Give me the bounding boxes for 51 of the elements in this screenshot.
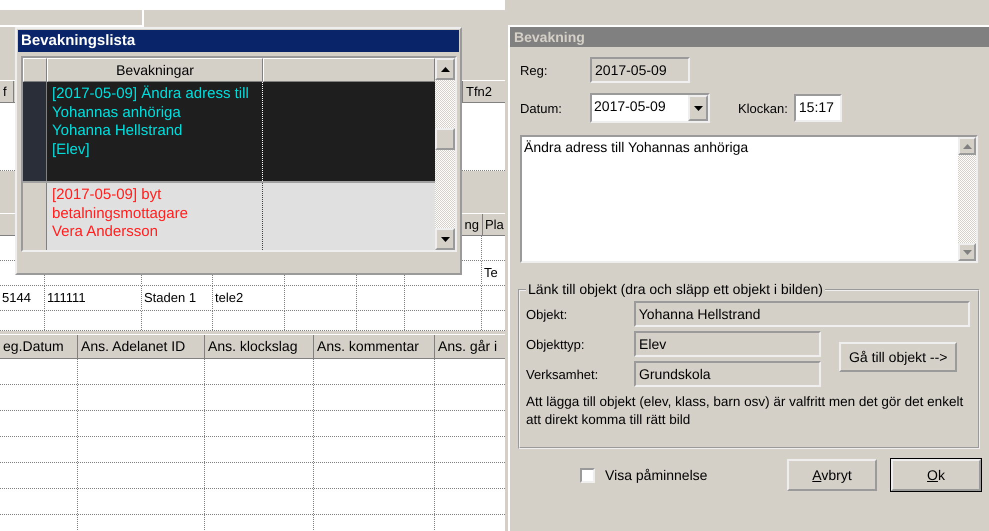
checkbox[interactable] <box>580 468 595 482</box>
scrollbar-thumb[interactable] <box>435 128 455 150</box>
column-header[interactable]: eg.Datum <box>0 335 78 358</box>
column-header[interactable]: Pla <box>482 214 505 235</box>
group-legend: Länk till objekt (dra och släpp ett objekt i bilden) <box>526 281 825 297</box>
up-arrow-icon <box>440 66 450 72</box>
corner-header <box>23 58 47 82</box>
window-title: Bevakningslista <box>18 30 459 52</box>
column-header[interactable]: Ans. Adelanet ID <box>78 335 205 358</box>
column-header[interactable]: Ans. går i <box>435 335 505 358</box>
note-textarea[interactable]: Ändra adress till Yohannas anhöriga <box>520 135 978 263</box>
table-cell-text: Te <box>483 264 499 282</box>
table-cell-text: 111111 <box>46 289 87 307</box>
dialog-button[interactable]: Ok <box>891 459 981 491</box>
unit-field: Grundskola <box>634 361 821 387</box>
up-arrow-icon <box>962 144 972 148</box>
time-field[interactable]: 15:17 <box>794 94 842 122</box>
field-label: Klockan: <box>738 100 788 116</box>
object-type-field: Elev <box>634 331 821 357</box>
down-arrow-icon <box>962 250 972 254</box>
scrollbar[interactable] <box>435 58 455 250</box>
list-item[interactable]: [2017-05-09] Ändra adress till Yohannas anhöriga Yohanna Hellstrand [Elev] <box>23 82 435 183</box>
column-header[interactable]: f <box>0 81 14 102</box>
field-label: Verksamhet: <box>526 366 600 382</box>
column-header[interactable] <box>263 58 435 82</box>
field-label: Objekttyp: <box>526 336 586 352</box>
row-indicator[interactable] <box>23 82 47 181</box>
checkbox-label[interactable]: Visa påminnelse <box>605 467 708 483</box>
watch-entry-text: [2017-05-09] byt betalningsmottagare Vera Andersson <box>47 183 263 250</box>
down-arrow-icon <box>694 106 702 110</box>
column-header[interactable]: Ans. kommentar <box>314 335 435 358</box>
row-indicator[interactable] <box>23 183 47 250</box>
dialog-title: Bevakning <box>510 27 989 47</box>
table-cell-text: 5144 <box>1 289 32 307</box>
field-label: Reg: <box>520 62 548 78</box>
field-label: Datum: <box>520 100 563 116</box>
watch-entry-text: [2017-05-09] Ändra adress till Yohannas anhöriga Yohanna Hellstrand [Elev] <box>47 82 263 181</box>
column-header[interactable]: Bevakningar <box>47 58 263 82</box>
go-to-object-button[interactable]: Gå till objekt --> <box>839 342 958 372</box>
field-label: Objekt: <box>526 306 568 322</box>
down-arrow-icon <box>440 236 450 242</box>
column-header[interactable]: Tfn2 <box>463 81 505 102</box>
dialog-button[interactable]: Avbryt <box>787 459 877 491</box>
column-header[interactable]: ng <box>462 214 482 235</box>
reg-date-field: 2017-05-09 <box>590 57 690 83</box>
object-field: Yohanna Hellstrand <box>634 301 970 327</box>
table-cell-text: Staden 1 <box>143 289 198 307</box>
table-cell-text: tele2 <box>214 289 244 307</box>
column-header[interactable]: Ans. klockslag <box>205 335 314 358</box>
date-dropdown[interactable]: 2017-05-09 <box>590 93 710 123</box>
hint-text: Att lägga till objekt (elev, klass, barn osv) är valfritt men det gör det enkelt att direkt komma till rätt bild <box>526 393 964 429</box>
